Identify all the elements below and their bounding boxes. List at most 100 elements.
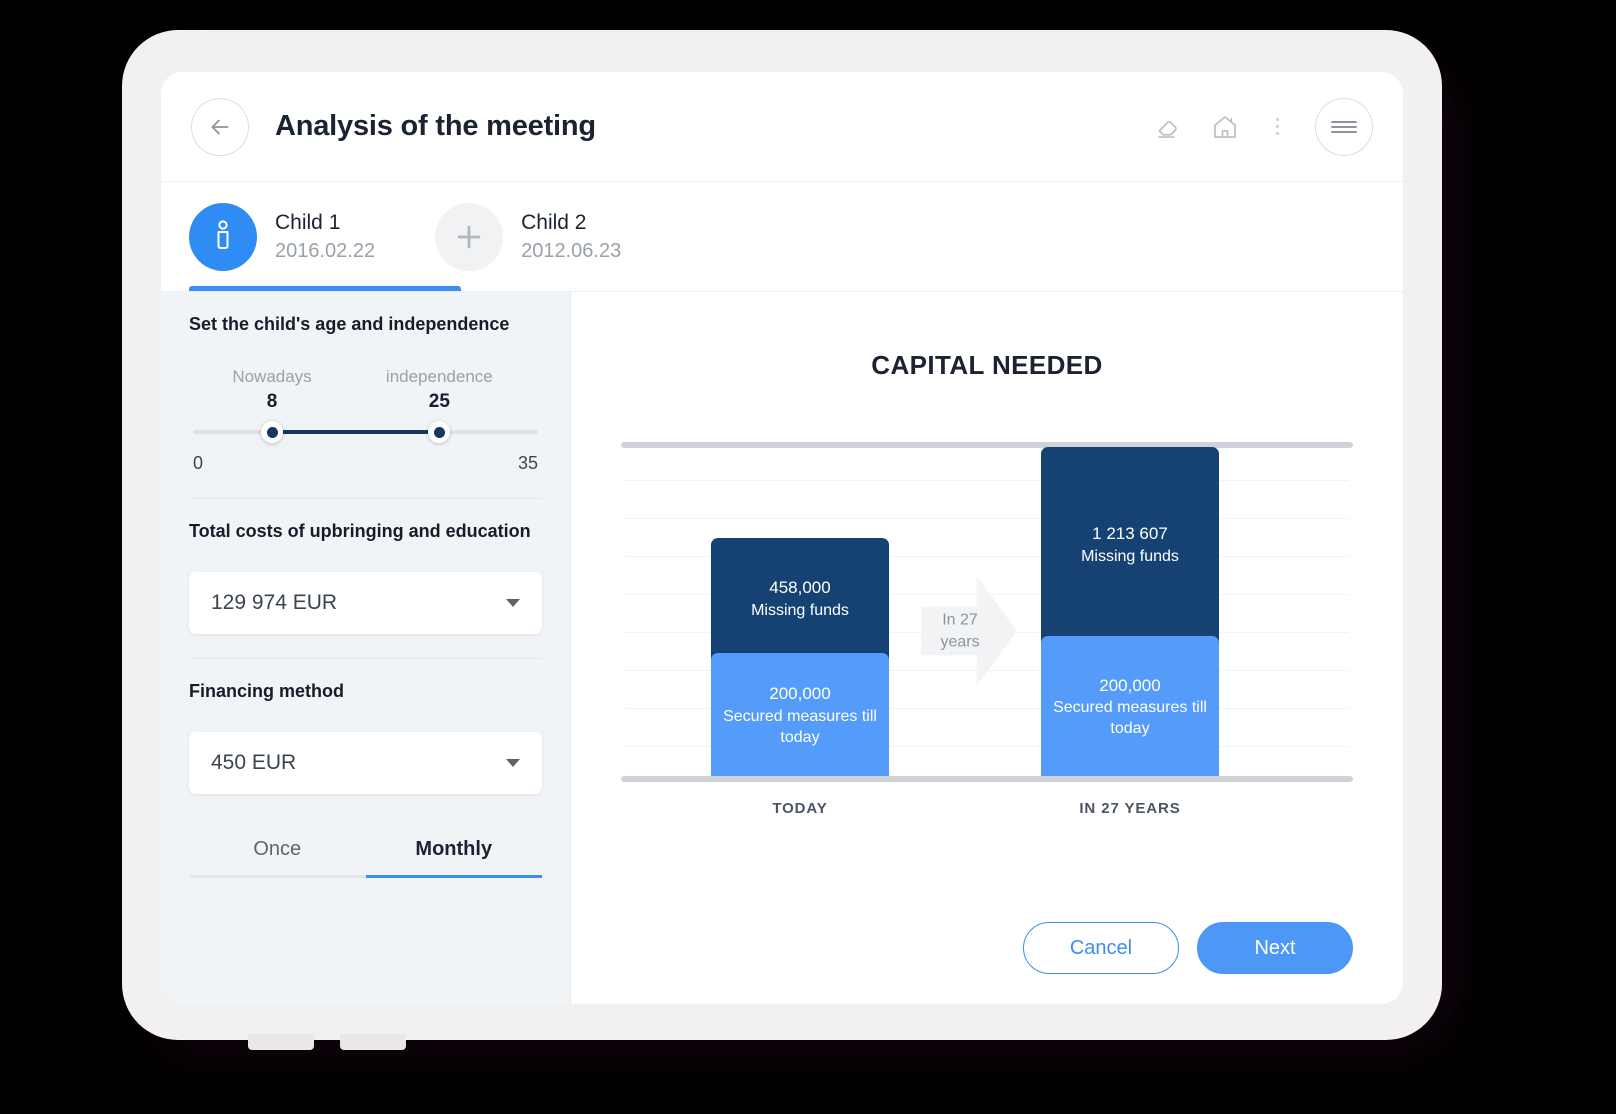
frequency-tab-monthly[interactable]: Monthly [365, 838, 542, 878]
slider-left-value: 8 [266, 391, 278, 412]
hamburger-line [1331, 120, 1357, 123]
hamburger-menu-icon[interactable] [1315, 97, 1373, 156]
bar-today[interactable]: 458,000 Missing funds 200,000 Secured me… [711, 538, 889, 778]
dot [1276, 125, 1279, 128]
app-header: Analysis of the meeting [161, 72, 1403, 182]
arrow-annotation-line-1: In 27 [942, 611, 978, 629]
bar-today-missing-amount: 458,000 [769, 578, 831, 598]
total-costs-dropdown[interactable]: 129 974 EUR [189, 572, 542, 634]
child-1-date: 2016.02.22 [275, 239, 376, 262]
eraser-icon [1158, 120, 1177, 138]
chevron-down-icon [506, 599, 520, 607]
bar-future-secured-amount: 200,000 [1099, 675, 1161, 695]
bar-today-secured-amount: 200,000 [769, 684, 831, 704]
child-2-texts: Child 2 2012.06.23 [521, 211, 621, 263]
back-button[interactable] [191, 97, 249, 156]
cancel-button[interactable]: Cancel [1023, 922, 1179, 974]
active-tab-underline [189, 286, 461, 291]
slider-fill [272, 430, 440, 434]
bar-in-27-years[interactable]: 1 213 607 Missing funds 200,000 Secured … [1041, 447, 1219, 778]
slider-labels: Nowadays 8 independence 25 [193, 365, 538, 421]
chart-bottom-axis [621, 776, 1353, 782]
slider-right-value: 25 [428, 391, 450, 412]
hamburger-line [1331, 125, 1357, 128]
x-label-in-27-years: IN 27 YEARS [1079, 800, 1181, 817]
slider-track[interactable] [193, 421, 538, 443]
chart-top-axis [621, 442, 1353, 448]
slider-max-label: 35 [517, 453, 538, 473]
slider-left-label-group: Nowadays 8 [232, 365, 311, 415]
financing-amount-dropdown[interactable]: 450 EUR [189, 732, 542, 794]
growth-arrow-annotation: In 27 years [921, 576, 1017, 686]
arrow-annotation-text: In 27 years [927, 609, 993, 652]
arrow-left-icon [211, 119, 229, 134]
app-screen: Analysis of the meeting Child 1 2016.02.… [161, 72, 1403, 1004]
home-icon [1214, 115, 1236, 138]
age-section-heading: Set the child's age and independence [189, 314, 510, 334]
child-1-avatar [189, 202, 257, 271]
child-1-name: Child 1 [275, 210, 341, 234]
slider-handle-left[interactable] [261, 421, 283, 443]
next-button[interactable]: Next [1197, 922, 1353, 974]
financing-amount-value: 450 EUR [211, 751, 297, 774]
person-icon [217, 219, 229, 249]
chart-plot-area: 458,000 Missing funds 200,000 Secured me… [621, 442, 1353, 782]
arrow-annotation-line-2: years [940, 633, 980, 650]
bar-future-secured-segment: 200,000 Secured measures till today [1041, 636, 1219, 778]
frequency-tab-once[interactable]: Once [189, 838, 366, 878]
bar-future-secured-caption: Secured measures till today [1053, 699, 1207, 738]
bar-today-secured-segment: 200,000 Secured measures till today [711, 653, 889, 778]
dot [1276, 118, 1279, 121]
child-tab-1[interactable]: Child 1 2016.02.22 [189, 182, 435, 291]
bar-future-missing-caption: Missing funds [1081, 547, 1179, 565]
chart-x-axis-labels: TODAY IN 27 YEARS [621, 800, 1353, 824]
child-1-texts: Child 1 2016.02.22 [275, 211, 375, 263]
child-tab-2[interactable]: Child 2 2012.06.23 [435, 182, 681, 291]
slider-handle-right[interactable] [428, 421, 451, 443]
tablet-foot-right [340, 1034, 406, 1050]
handle-dot [433, 426, 445, 438]
bar-future-missing-amount: 1 213 607 [1092, 524, 1168, 544]
page-title: Analysis of the meeting [275, 110, 596, 142]
hamburger-line [1331, 130, 1357, 133]
total-costs-value: 129 974 EUR [211, 591, 338, 614]
eraser-button[interactable] [1154, 112, 1184, 142]
gridline [625, 480, 1349, 481]
x-label-today: TODAY [772, 800, 828, 817]
bar-today-missing-caption: Missing funds [751, 601, 849, 619]
hamburger-lines [1331, 118, 1357, 136]
bar-future-missing-segment: 1 213 607 Missing funds [1041, 447, 1219, 643]
frequency-tabs: Once Monthly [189, 838, 542, 878]
bar-today-missing-segment: 458,000 Missing funds [711, 538, 889, 660]
handle-dot [266, 426, 278, 438]
slider-right-caption: independence [385, 367, 493, 386]
slider-right-label-group: independence 25 [386, 365, 493, 415]
slider-min-label: 0 [193, 453, 204, 473]
sidebar: Set the child's age and independence Now… [161, 292, 571, 1004]
bar-today-secured-caption: Secured measures till today [723, 707, 877, 746]
chart-title: CAPITAL NEEDED [871, 350, 1103, 380]
dot [1276, 132, 1279, 135]
chevron-down-icon [506, 759, 520, 767]
content-area: Set the child's age and independence Now… [161, 292, 1403, 1004]
age-range-slider[interactable]: Nowadays 8 independence 25 0 35 [189, 365, 542, 474]
home-button[interactable] [1210, 112, 1240, 142]
age-section: Set the child's age and independence Now… [189, 292, 542, 499]
child-tabs: Child 1 2016.02.22 Child 2 2012.06.23 [161, 182, 1403, 292]
plus-icon [457, 225, 481, 248]
child-2-date: 2012.06.23 [521, 239, 622, 262]
financing-section: Financing method 450 EUR Once Monthly [189, 659, 542, 902]
vertical-dots-icon[interactable] [1266, 114, 1289, 139]
costs-section-heading: Total costs of upbringing and education [189, 521, 531, 541]
chart-action-buttons: Cancel Next [1023, 922, 1353, 974]
chart-panel: CAPITAL NEEDED 458,000 Missing funds 200… [571, 292, 1403, 1004]
child-2-avatar [435, 202, 504, 271]
slider-left-caption: Nowadays [232, 367, 312, 386]
slider-end-labels: 0 35 [193, 453, 538, 474]
gridline [625, 518, 1349, 519]
child-2-name: Child 2 [521, 210, 587, 234]
header-actions [1154, 97, 1373, 156]
tablet-foot-left [248, 1034, 314, 1050]
financing-section-heading: Financing method [189, 681, 344, 701]
costs-section: Total costs of upbringing and education … [189, 499, 542, 659]
